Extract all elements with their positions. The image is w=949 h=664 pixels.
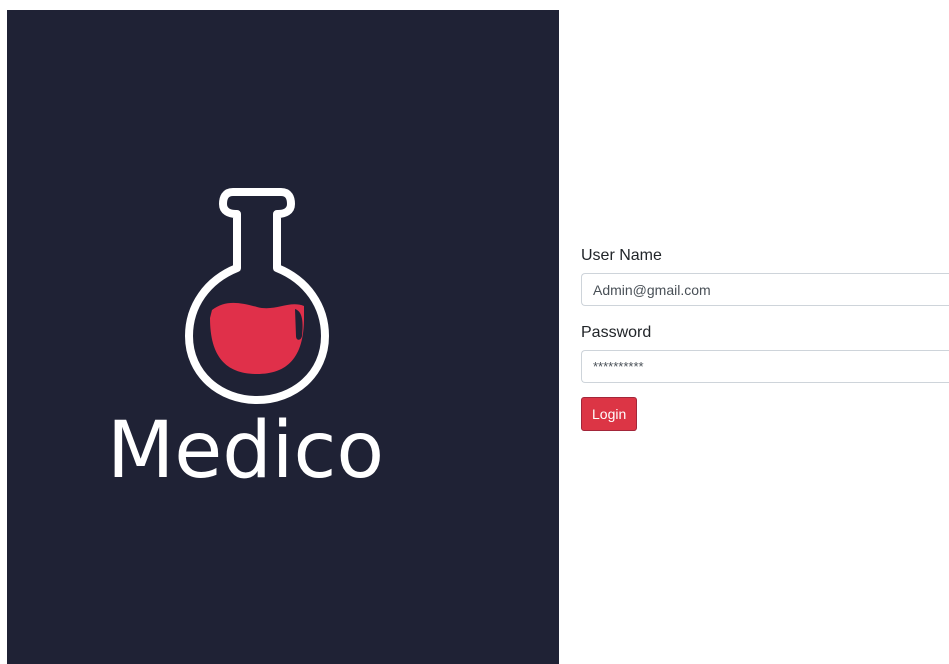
username-input[interactable] bbox=[581, 273, 949, 306]
brand-panel: Medico bbox=[7, 10, 559, 664]
password-label: Password bbox=[581, 324, 652, 341]
brand-name: Medico bbox=[107, 406, 385, 496]
login-button[interactable]: Login bbox=[581, 397, 638, 431]
username-label: User Name bbox=[581, 247, 662, 264]
password-input[interactable] bbox=[581, 350, 949, 383]
username-group: User Name bbox=[581, 246, 949, 306]
flask-icon bbox=[185, 188, 329, 404]
login-page: Medico User Name Password Login bbox=[0, 0, 949, 664]
login-form: User Name Password Login bbox=[581, 246, 949, 431]
password-group: Password bbox=[581, 323, 949, 383]
